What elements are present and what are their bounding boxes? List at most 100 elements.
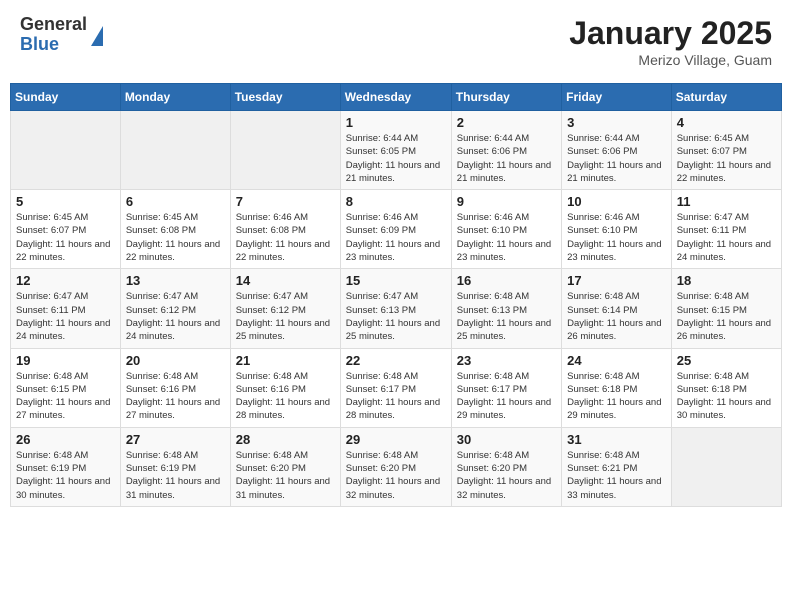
day-header-row: SundayMondayTuesdayWednesdayThursdayFrid…: [11, 84, 782, 111]
day-info: Sunrise: 6:48 AMSunset: 6:19 PMDaylight:…: [16, 449, 115, 502]
day-number: 12: [16, 273, 115, 288]
calendar-cell: 29 Sunrise: 6:48 AMSunset: 6:20 PMDayligh…: [340, 427, 451, 506]
logo-blue: Blue: [20, 35, 87, 55]
day-header-tuesday: Tuesday: [230, 84, 340, 111]
day-number: 19: [16, 353, 115, 368]
day-info: Sunrise: 6:48 AMSunset: 6:21 PMDaylight:…: [567, 449, 666, 502]
day-info: Sunrise: 6:48 AMSunset: 6:20 PMDaylight:…: [346, 449, 446, 502]
day-number: 17: [567, 273, 666, 288]
calendar-cell: 8 Sunrise: 6:46 AMSunset: 6:09 PMDaylight…: [340, 190, 451, 269]
day-number: 9: [457, 194, 556, 209]
calendar-cell: 28Sunrise: 6:48 AMSunset: 6:20 PMDayligh…: [230, 427, 340, 506]
day-number: 1: [346, 115, 446, 130]
day-info: Sunrise: 6:47 AMSunset: 6:11 PMDaylight:…: [16, 290, 115, 343]
calendar-cell: 19 Sunrise: 6:48 AMSunset: 6:15 PMDayligh…: [11, 348, 121, 427]
logo-general: General: [20, 15, 87, 35]
day-number: 14: [236, 273, 335, 288]
day-info: Sunrise: 6:44 AMSunset: 6:06 PMDaylight:…: [567, 132, 666, 185]
day-number: 6: [126, 194, 225, 209]
day-number: 18: [677, 273, 776, 288]
location-subtitle: Merizo Village, Guam: [569, 52, 772, 68]
calendar-cell: [230, 111, 340, 190]
calendar-cell: 26 Sunrise: 6:48 AMSunset: 6:19 PMDayligh…: [11, 427, 121, 506]
day-number: 10: [567, 194, 666, 209]
week-row-5: 26 Sunrise: 6:48 AMSunset: 6:19 PMDayligh…: [11, 427, 782, 506]
day-info: Sunrise: 6:45 AMSunset: 6:08 PMDaylight:…: [126, 211, 225, 264]
calendar-cell: 25 Sunrise: 6:48 AMSunset: 6:18 PMDayligh…: [671, 348, 781, 427]
day-info: Sunrise: 6:47 AMSunset: 6:12 PMDaylight:…: [126, 290, 225, 343]
calendar-cell: [11, 111, 121, 190]
day-info: Sunrise: 6:48 AMSunset: 6:20 PMDaylight:…: [236, 449, 335, 502]
day-number: 20: [126, 353, 225, 368]
day-info: Sunrise: 6:44 AMSunset: 6:05 PMDaylight:…: [346, 132, 446, 185]
day-info: Sunrise: 6:45 AMSunset: 6:07 PMDaylight:…: [16, 211, 115, 264]
calendar-cell: 1 Sunrise: 6:44 AMSunset: 6:05 PMDaylight…: [340, 111, 451, 190]
day-info: Sunrise: 6:48 AMSunset: 6:13 PMDaylight:…: [457, 290, 556, 343]
day-info: Sunrise: 6:46 AMSunset: 6:08 PMDaylight:…: [236, 211, 335, 264]
logo: General Blue: [20, 15, 103, 55]
day-number: 8: [346, 194, 446, 209]
day-number: 13: [126, 273, 225, 288]
day-info: Sunrise: 6:46 AMSunset: 6:09 PMDaylight:…: [346, 211, 446, 264]
calendar-cell: 24 Sunrise: 6:48 AMSunset: 6:18 PMDayligh…: [562, 348, 672, 427]
day-number: 4: [677, 115, 776, 130]
day-number: 27: [126, 432, 225, 447]
day-info: Sunrise: 6:48 AMSunset: 6:16 PMDaylight:…: [126, 370, 225, 423]
day-number: 2: [457, 115, 556, 130]
day-info: Sunrise: 6:48 AMSunset: 6:19 PMDaylight:…: [126, 449, 225, 502]
day-number: 26: [16, 432, 115, 447]
calendar-cell: 11Sunrise: 6:47 AMSunset: 6:11 PMDayligh…: [671, 190, 781, 269]
logo-text: General Blue: [20, 15, 87, 55]
day-info: Sunrise: 6:48 AMSunset: 6:15 PMDaylight:…: [16, 370, 115, 423]
calendar-cell: 16 Sunrise: 6:48 AMSunset: 6:13 PMDayligh…: [451, 269, 561, 348]
day-header-saturday: Saturday: [671, 84, 781, 111]
day-info: Sunrise: 6:47 AMSunset: 6:13 PMDaylight:…: [346, 290, 446, 343]
day-header-thursday: Thursday: [451, 84, 561, 111]
logo-triangle-icon: [91, 26, 103, 46]
day-number: 25: [677, 353, 776, 368]
day-header-sunday: Sunday: [11, 84, 121, 111]
calendar-cell: 30Sunrise: 6:48 AMSunset: 6:20 PMDayligh…: [451, 427, 561, 506]
calendar-cell: 6 Sunrise: 6:45 AMSunset: 6:08 PMDaylight…: [120, 190, 230, 269]
calendar-cell: 9Sunrise: 6:46 AMSunset: 6:10 PMDaylight…: [451, 190, 561, 269]
calendar-table: SundayMondayTuesdayWednesdayThursdayFrid…: [10, 83, 782, 507]
day-info: Sunrise: 6:44 AMSunset: 6:06 PMDaylight:…: [457, 132, 556, 185]
day-number: 29: [346, 432, 446, 447]
calendar-cell: 14 Sunrise: 6:47 AMSunset: 6:12 PMDayligh…: [230, 269, 340, 348]
day-info: Sunrise: 6:45 AMSunset: 6:07 PMDaylight:…: [677, 132, 776, 185]
day-info: Sunrise: 6:48 AMSunset: 6:17 PMDaylight:…: [457, 370, 556, 423]
calendar-cell: 20 Sunrise: 6:48 AMSunset: 6:16 PMDayligh…: [120, 348, 230, 427]
day-number: 11: [677, 194, 776, 209]
week-row-1: 1 Sunrise: 6:44 AMSunset: 6:05 PMDaylight…: [11, 111, 782, 190]
calendar-cell: 7 Sunrise: 6:46 AMSunset: 6:08 PMDaylight…: [230, 190, 340, 269]
day-info: Sunrise: 6:48 AMSunset: 6:18 PMDaylight:…: [677, 370, 776, 423]
week-row-3: 12 Sunrise: 6:47 AMSunset: 6:11 PMDayligh…: [11, 269, 782, 348]
day-info: Sunrise: 6:47 AMSunset: 6:12 PMDaylight:…: [236, 290, 335, 343]
calendar-cell: [120, 111, 230, 190]
day-number: 5: [16, 194, 115, 209]
page-header: General Blue January 2025 Merizo Village…: [10, 10, 782, 73]
day-number: 3: [567, 115, 666, 130]
day-number: 22: [346, 353, 446, 368]
day-number: 7: [236, 194, 335, 209]
day-number: 31: [567, 432, 666, 447]
calendar-cell: 13 Sunrise: 6:47 AMSunset: 6:12 PMDayligh…: [120, 269, 230, 348]
calendar-cell: 10 Sunrise: 6:46 AMSunset: 6:10 PMDayligh…: [562, 190, 672, 269]
day-number: 16: [457, 273, 556, 288]
day-info: Sunrise: 6:48 AMSunset: 6:16 PMDaylight:…: [236, 370, 335, 423]
day-header-wednesday: Wednesday: [340, 84, 451, 111]
calendar-body: 1 Sunrise: 6:44 AMSunset: 6:05 PMDaylight…: [11, 111, 782, 507]
day-info: Sunrise: 6:48 AMSunset: 6:15 PMDaylight:…: [677, 290, 776, 343]
day-number: 24: [567, 353, 666, 368]
calendar-cell: 21Sunrise: 6:48 AMSunset: 6:16 PMDayligh…: [230, 348, 340, 427]
day-header-monday: Monday: [120, 84, 230, 111]
calendar-cell: 17 Sunrise: 6:48 AMSunset: 6:14 PMDayligh…: [562, 269, 672, 348]
day-number: 23: [457, 353, 556, 368]
day-info: Sunrise: 6:48 AMSunset: 6:14 PMDaylight:…: [567, 290, 666, 343]
day-header-friday: Friday: [562, 84, 672, 111]
calendar-cell: 31 Sunrise: 6:48 AMSunset: 6:21 PMDayligh…: [562, 427, 672, 506]
calendar-cell: 18 Sunrise: 6:48 AMSunset: 6:15 PMDayligh…: [671, 269, 781, 348]
day-number: 15: [346, 273, 446, 288]
day-info: Sunrise: 6:48 AMSunset: 6:18 PMDaylight:…: [567, 370, 666, 423]
day-info: Sunrise: 6:46 AMSunset: 6:10 PMDaylight:…: [567, 211, 666, 264]
